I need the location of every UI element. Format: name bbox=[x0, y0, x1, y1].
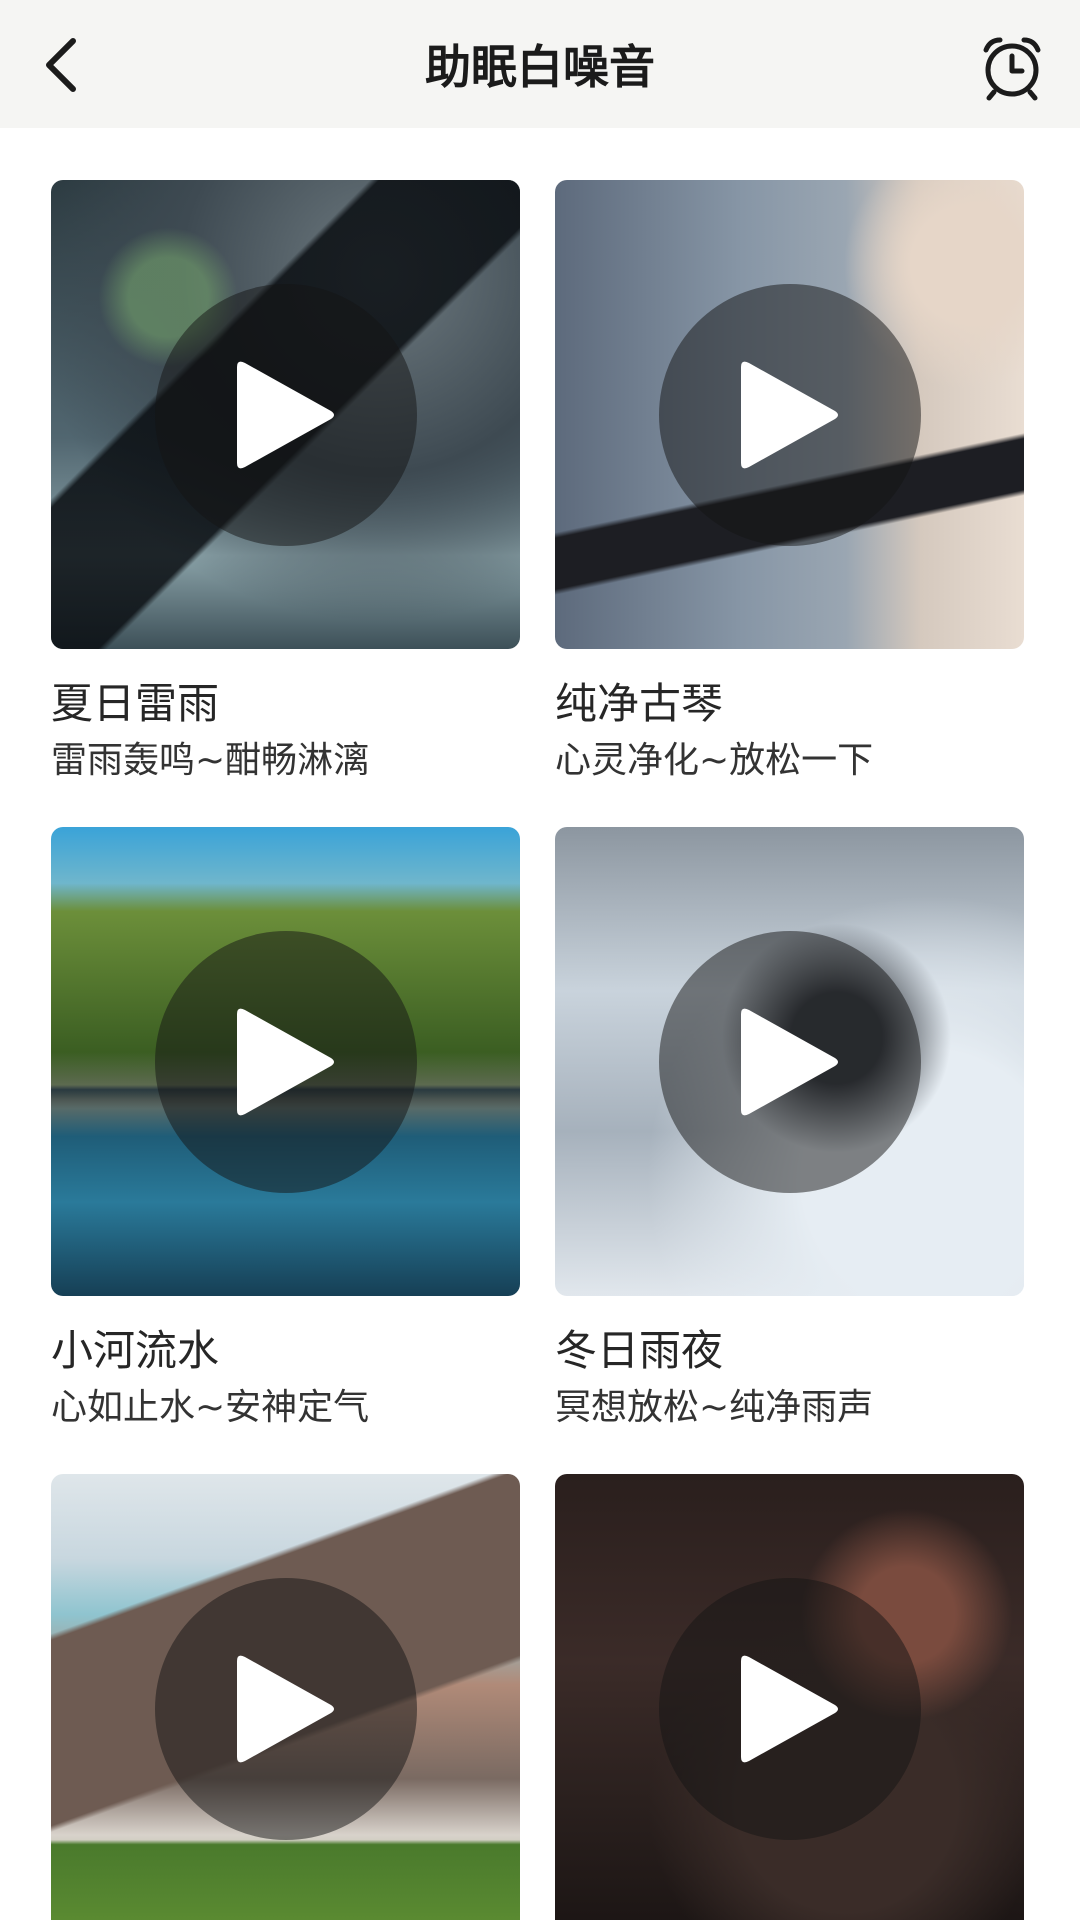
sound-thumbnail[interactable] bbox=[555, 827, 1024, 1296]
play-icon bbox=[740, 1655, 838, 1762]
sound-thumbnail[interactable] bbox=[51, 827, 520, 1296]
sound-thumbnail[interactable] bbox=[51, 1474, 520, 1920]
sound-title: 纯净古琴 bbox=[555, 679, 724, 728]
play-icon bbox=[236, 1655, 334, 1762]
alarm-button[interactable] bbox=[976, 32, 1048, 104]
sound-thumbnail[interactable] bbox=[555, 1474, 1024, 1920]
top-bar: 助眠白噪音 bbox=[0, 0, 1080, 128]
page-title: 助眠白噪音 bbox=[425, 40, 655, 94]
sound-card[interactable] bbox=[555, 1474, 1024, 1920]
play-icon bbox=[740, 361, 838, 468]
sound-thumbnail[interactable] bbox=[555, 180, 1024, 649]
sound-subtitle: 雷雨轰鸣~酣畅淋漓 bbox=[51, 740, 370, 781]
sound-card[interactable] bbox=[51, 1474, 520, 1920]
play-icon bbox=[236, 1008, 334, 1115]
back-button[interactable] bbox=[26, 30, 96, 100]
sound-subtitle: 心灵净化~放松一下 bbox=[555, 740, 874, 781]
play-button[interactable] bbox=[658, 930, 921, 1193]
play-button[interactable] bbox=[154, 930, 417, 1193]
sound-title: 冬日雨夜 bbox=[555, 1326, 724, 1375]
play-button[interactable] bbox=[658, 1577, 921, 1840]
sound-title: 小河流水 bbox=[51, 1326, 220, 1375]
play-button[interactable] bbox=[154, 1577, 417, 1840]
sound-subtitle: 冥想放松~纯净雨声 bbox=[555, 1387, 874, 1428]
sound-card[interactable]: 小河流水 心如止水~安神定气 bbox=[51, 827, 520, 1430]
play-button[interactable] bbox=[154, 283, 417, 546]
sound-card[interactable]: 纯净古琴 心灵净化~放松一下 bbox=[555, 180, 1024, 783]
sound-subtitle: 心如止水~安神定气 bbox=[51, 1387, 370, 1428]
chevron-left-icon bbox=[46, 38, 76, 92]
play-button[interactable] bbox=[658, 283, 921, 546]
sound-card[interactable]: 夏日雷雨 雷雨轰鸣~酣畅淋漓 bbox=[51, 180, 520, 783]
sound-card[interactable]: 冬日雨夜 冥想放松~纯净雨声 bbox=[555, 827, 1024, 1430]
sound-thumbnail[interactable] bbox=[51, 180, 520, 649]
alarm-clock-icon bbox=[983, 37, 1041, 101]
play-icon bbox=[236, 361, 334, 468]
sound-title: 夏日雷雨 bbox=[51, 679, 220, 728]
play-icon bbox=[740, 1008, 838, 1115]
